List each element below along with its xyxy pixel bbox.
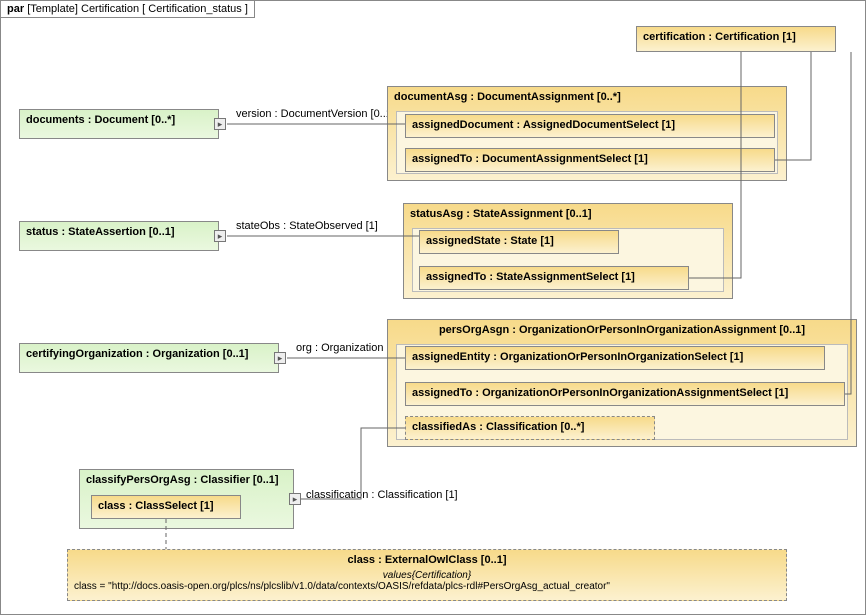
slot-assignedState: assignedState : State [1]	[419, 230, 619, 254]
port-classifier-out: ▸	[289, 493, 301, 505]
frame-kind: par	[7, 3, 24, 15]
status-label: status : StateAssertion [0..1]	[20, 222, 218, 242]
slot-assignedEntity: assignedEntity : OrganizationOrPersonInO…	[405, 346, 825, 370]
port-certOrg-out: ▸	[274, 352, 286, 364]
certification-label: certification : Certification [1]	[637, 27, 835, 47]
externalOwlClass-value: class = "http://docs.oasis-open.org/plcs…	[68, 581, 786, 592]
frame-template: [Template]	[27, 3, 78, 15]
frame-template-name: Certification	[81, 3, 139, 15]
edge-classification: classification : Classification [1]	[306, 489, 458, 501]
block-externalOwlClass: class : ExternalOwlClass [0..1] values{C…	[67, 549, 787, 601]
block-documents: documents : Document [0..*]	[19, 109, 219, 139]
certOrg-label: certifyingOrganization : Organization [0…	[20, 344, 278, 364]
block-status: status : StateAssertion [0..1]	[19, 221, 219, 251]
documents-label: documents : Document [0..*]	[20, 110, 218, 130]
slot-assignedTo-pers: assignedTo : OrganizationOrPersonInOrgan…	[405, 382, 845, 406]
block-certifyingOrganization: certifyingOrganization : Organization [0…	[19, 343, 279, 373]
edge-certOrg-org: org : Organization [1]	[296, 342, 399, 354]
diagram-frame: par [Template] Certification [ Certifica…	[0, 0, 866, 615]
classifyPersOrgAsg-label: classifyPersOrgAsg : Classifier [0..1]	[80, 470, 293, 490]
slot-classifiedAs: classifiedAs : Classification [0..*]	[405, 416, 655, 440]
port-documents-out: ▸	[214, 118, 226, 130]
edge-status-stateObs: stateObs : StateObserved [1]	[236, 220, 378, 232]
externalOwlClass-values-caption: values{Certification}	[68, 570, 786, 581]
edge-documents-version: version : DocumentVersion [0..1]	[236, 108, 395, 120]
documentAsg-label: documentAsg : DocumentAssignment [0..*]	[388, 87, 786, 107]
slot-assignedTo-state: assignedTo : StateAssignmentSelect [1]	[419, 266, 689, 290]
block-certification: certification : Certification [1]	[636, 26, 836, 52]
statusAsg-label: statusAsg : StateAssignment [0..1]	[404, 204, 732, 224]
slot-classSelect: class : ClassSelect [1]	[91, 495, 241, 519]
slot-assignedDocument: assignedDocument : AssignedDocumentSelec…	[405, 114, 775, 138]
persOrgAsgn-label: persOrgAsgn : OrganizationOrPersonInOrga…	[388, 320, 856, 340]
externalOwlClass-label: class : ExternalOwlClass [0..1]	[68, 550, 786, 570]
port-status-out: ▸	[214, 230, 226, 242]
slot-assignedTo-doc: assignedTo : DocumentAssignmentSelect [1…	[405, 148, 775, 172]
frame-subtitle: [ Certification_status ]	[142, 3, 248, 15]
frame-title-tab: par [Template] Certification [ Certifica…	[1, 1, 255, 18]
